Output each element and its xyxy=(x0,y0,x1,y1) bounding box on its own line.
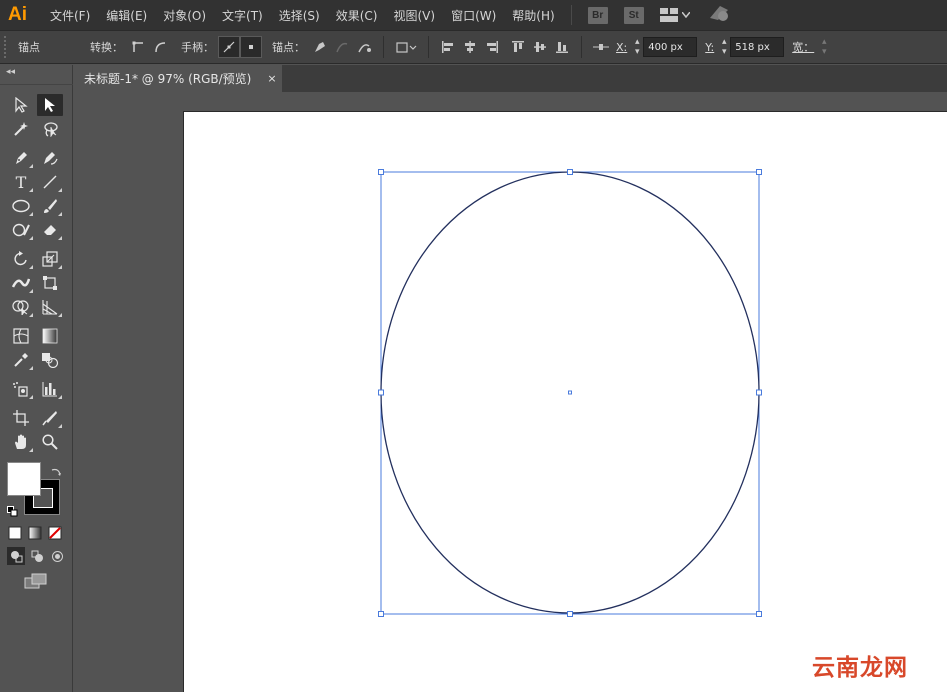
pen-tool-icon[interactable] xyxy=(8,147,34,169)
gradient-mode-icon[interactable] xyxy=(28,525,42,544)
ellipse-tool-icon[interactable] xyxy=(8,195,34,217)
rotate-tool-icon[interactable] xyxy=(8,248,34,270)
menu-view[interactable]: 视图(V) xyxy=(385,7,443,24)
app-logo: Ai xyxy=(8,4,27,25)
document-tab-title: 未标题-1* @ 97% (RGB/预览) xyxy=(84,72,252,86)
draw-normal-icon[interactable] xyxy=(7,547,25,565)
type-tool-icon[interactable]: T xyxy=(8,171,34,193)
menu-help[interactable]: 帮助(H) xyxy=(504,7,562,24)
close-tab-icon[interactable]: × xyxy=(267,72,276,85)
align-right-icon[interactable] xyxy=(481,36,503,58)
shaper-tool-icon[interactable] xyxy=(8,219,34,241)
control-bar: 锚点 转换： 手柄： 锚点： X: ▴ ▾ 400 px Y: ▴ ▾ 518 … xyxy=(0,30,947,64)
magic-wand-tool-icon[interactable] xyxy=(8,118,34,140)
default-fill-stroke-icon[interactable] xyxy=(7,502,18,521)
tools-panel-header xyxy=(0,77,73,85)
bridge-button[interactable]: Br xyxy=(587,6,608,24)
control-separator xyxy=(428,36,429,58)
eraser-tool-icon[interactable] xyxy=(37,219,63,241)
align-middle-v-icon[interactable] xyxy=(529,36,551,58)
free-transform-tool-icon[interactable] xyxy=(37,272,63,294)
document-tab[interactable]: 未标题-1* @ 97% (RGB/预览) × xyxy=(74,65,282,92)
menu-type[interactable]: 文字(T) xyxy=(214,7,271,24)
control-separator xyxy=(581,36,582,58)
direct-selection-tool-icon[interactable] xyxy=(37,94,63,116)
reference-point-icon[interactable] xyxy=(590,36,612,58)
lasso-tool-icon[interactable] xyxy=(37,118,63,140)
selection-tool-icon[interactable] xyxy=(8,94,34,116)
y-input[interactable]: 518 px xyxy=(730,37,785,57)
menu-effect[interactable]: 效果(C) xyxy=(328,7,386,24)
width-spinner-icon[interactable]: ▴ ▾ xyxy=(818,37,830,57)
gpu-performance-icon[interactable] xyxy=(708,4,730,26)
x-label: X: xyxy=(616,40,628,54)
convert-corner-icon[interactable] xyxy=(127,36,149,58)
artboard[interactable] xyxy=(183,111,947,692)
collapse-panel-icon[interactable]: ◂◂ xyxy=(6,67,15,77)
hand-tool-icon[interactable] xyxy=(8,431,34,453)
control-bar-grip[interactable] xyxy=(4,36,8,58)
menu-window[interactable]: 窗口(W) xyxy=(443,7,504,24)
convert-label: 转换： xyxy=(90,41,123,54)
blend-tool-icon[interactable] xyxy=(37,349,63,371)
swap-fill-stroke-icon[interactable] xyxy=(50,463,62,482)
x-input[interactable]: 400 px xyxy=(643,37,698,57)
hide-handles-icon[interactable] xyxy=(240,36,262,58)
y-label: Y: xyxy=(705,40,715,54)
handles-label: 手柄： xyxy=(181,41,214,54)
none-mode-icon[interactable] xyxy=(48,525,62,544)
workspace-switcher-icon[interactable] xyxy=(659,8,690,22)
artboard-tool-icon[interactable] xyxy=(8,407,34,429)
perspective-grid-tool-icon[interactable] xyxy=(37,296,63,318)
cut-path-icon[interactable] xyxy=(353,36,375,58)
watermark: 云南龙网 xyxy=(812,655,908,681)
width-tool-icon[interactable] xyxy=(8,272,34,294)
line-segment-tool-icon[interactable] xyxy=(37,171,63,193)
color-mode-icon[interactable] xyxy=(8,525,22,544)
zoom-tool-icon[interactable] xyxy=(37,431,63,453)
align-top-icon[interactable] xyxy=(507,36,529,58)
menu-file[interactable]: 文件(F) xyxy=(42,7,98,24)
show-handles-icon[interactable] xyxy=(218,36,240,58)
width-label: 宽： xyxy=(792,41,815,54)
convert-smooth-icon[interactable] xyxy=(149,36,171,58)
canvas-area[interactable] xyxy=(74,92,947,692)
shape-builder-tool-icon[interactable] xyxy=(8,296,34,318)
control-separator xyxy=(383,36,384,58)
menu-select[interactable]: 选择(S) xyxy=(271,7,328,24)
menu-separator xyxy=(570,5,572,25)
menu-bar: Ai 文件(F) 编辑(E) 对象(O) 文字(T) 选择(S) 效果(C) 视… xyxy=(0,0,947,30)
draw-behind-icon[interactable] xyxy=(28,547,46,565)
slice-tool-icon[interactable] xyxy=(37,407,63,429)
align-center-h-icon[interactable] xyxy=(459,36,481,58)
mesh-tool-icon[interactable] xyxy=(8,325,34,347)
document-tab-bar: 未标题-1* @ 97% (RGB/预览) × xyxy=(74,65,947,92)
tools-panel: ◂◂ T xyxy=(0,65,73,692)
stock-button[interactable]: St xyxy=(623,6,644,24)
fill-color-swatch[interactable] xyxy=(7,462,41,496)
scale-tool-icon[interactable] xyxy=(37,248,63,270)
connect-anchor-icon xyxy=(331,36,353,58)
menu-object[interactable]: 对象(O) xyxy=(155,7,214,24)
draw-inside-icon[interactable] xyxy=(48,547,66,565)
align-left-icon[interactable] xyxy=(437,36,459,58)
anchors-label: 锚点： xyxy=(272,41,305,54)
screen-mode-icon[interactable] xyxy=(24,573,48,593)
align-bottom-icon[interactable] xyxy=(551,36,573,58)
symbol-sprayer-tool-icon[interactable] xyxy=(8,378,34,400)
curvature-tool-icon[interactable] xyxy=(37,147,63,169)
menu-edit[interactable]: 编辑(E) xyxy=(98,7,155,24)
y-spinner-icon[interactable]: ▴ ▾ xyxy=(718,37,730,57)
eyedropper-tool-icon[interactable] xyxy=(8,349,34,371)
column-graph-tool-icon[interactable] xyxy=(37,378,63,400)
x-spinner-icon[interactable]: ▴ ▾ xyxy=(631,37,643,57)
isolate-object-icon[interactable] xyxy=(392,36,420,58)
gradient-tool-icon[interactable] xyxy=(37,325,63,347)
remove-anchor-icon[interactable] xyxy=(309,36,331,58)
paintbrush-tool-icon[interactable] xyxy=(37,195,63,217)
anchor-point-label: 锚点 xyxy=(18,41,40,54)
